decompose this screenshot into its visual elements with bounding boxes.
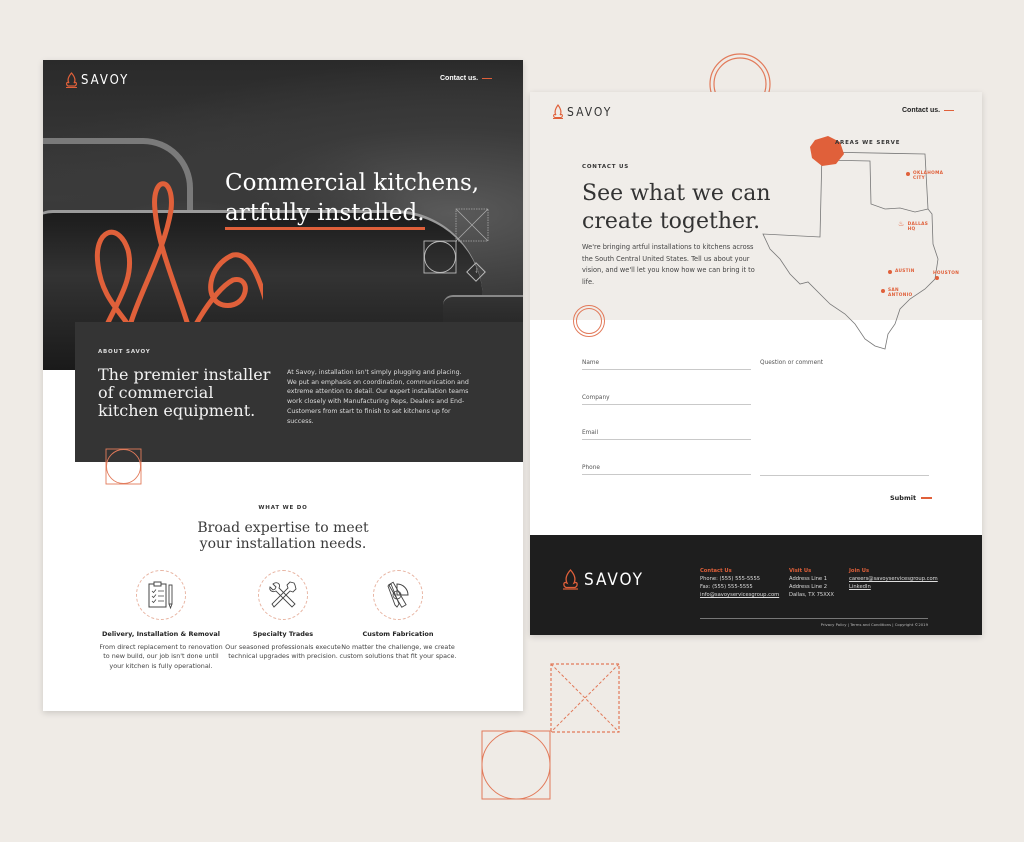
clipboard-icon [148,581,173,610]
company-field-label: Company [582,395,610,401]
email-field[interactable]: Email [582,430,751,440]
city-dot-icon [935,276,939,280]
protractor-icon [387,581,409,608]
footer-visit-column: Visit Us Address Line 1 Address Line 2 D… [789,567,834,599]
contact-title-line2: create together. [582,209,761,234]
what-we-do-eyebrow: WHAT WE DO [258,505,308,511]
accent-dash [482,77,493,80]
service-icon-circle [373,570,423,620]
comment-label: Question or comment [760,360,824,366]
company-field[interactable]: Company [582,395,751,405]
flame-logo-icon [66,72,77,88]
about-section: ABOUT SAVOY The premier installer of com… [75,322,523,462]
footer-logo[interactable]: SAVOY [562,569,644,590]
service-description: From direct replacement to renovation to… [99,643,223,670]
service-card: Specialty Trades Our seasoned profession… [218,570,348,662]
hero-section: SAVOY Contact us. Commercial kitchens, a… [43,60,523,375]
decor-square-arc [105,448,142,485]
service-description: Our seasoned professionals execute techn… [225,643,341,661]
map-city-austin: AUSTIN [888,269,915,274]
service-title: Specialty Trades [252,630,314,638]
footer-contact-heading: Contact Us [700,568,732,574]
submit-button[interactable]: Submit [890,494,933,502]
decor-square-circle [481,730,551,800]
header-logo[interactable]: SAVOY [552,104,612,119]
homepage-mockup: SAVOY Contact us. Commercial kitchens, a… [43,60,523,711]
contact-page-mockup: SAVOY Contact us. CONTACT US See what we… [530,92,982,635]
logo-wordmark: SAVOY [81,72,130,88]
footer: SAVOY Contact Us Phone: (555) 555-5555 F… [530,535,982,635]
accent-dash [921,497,933,499]
footer-phone: Phone: (555) 555-5555 [700,576,761,582]
service-title: Custom Fabrication [362,630,434,638]
footer-contact-column: Contact Us Phone: (555) 555-5555 Fax: (5… [700,567,779,599]
submit-label: Submit [890,494,917,502]
hero-title-line2: artfully installed. [225,200,425,230]
footer-email-link[interactable]: info@savoyservicesgroup.com [700,591,779,599]
what-we-do-title: Broad expertise to meet your installatio… [197,520,369,552]
decor-double-circle-small [573,305,605,337]
logo-wordmark: SAVOY [567,104,613,119]
email-field-label: Email [582,430,599,436]
service-description: No matter the challenge, we create custo… [339,643,457,661]
footer-careers-link[interactable]: careers@savoyservicesgroup.com [849,575,938,583]
map-city-oklahoma-city: OKLAHOMA CITY [906,171,943,181]
footer-address-line1: Address Line 1 [789,576,828,582]
footer-divider [700,618,928,619]
wrench-icon [269,581,297,608]
footer-join-heading: Join Us [849,568,870,574]
contact-eyebrow: CONTACT US [582,164,630,170]
flame-logo-icon [553,104,563,119]
about-body: At Savoy, installation isn't simply plug… [287,369,469,425]
footer-legal-links[interactable]: Privacy Policy | Terms and Conditions | … [770,622,928,627]
name-field[interactable]: Name [582,360,751,370]
about-eyebrow: ABOUT SAVOY [98,349,151,355]
flame-logo-icon [563,569,578,590]
flame-logo-icon: ♨ [898,220,905,228]
city-dot-icon [888,269,892,274]
map-city-san-antonio: SAN ANTONIO [881,288,912,298]
contact-title: See what we can create together. [582,180,771,236]
footer-address-line2: Address Line 2 [789,584,828,590]
map-city-houston: HOUSTON [933,271,959,282]
footer-join-column: Join Us careers@savoyservicesgroup.com L… [849,567,938,591]
contact-us-link[interactable]: Contact us. [440,75,493,82]
logo-wordmark: SAVOY [584,569,645,590]
city-dot-icon [906,172,910,176]
contact-us-label: Contact us. [902,107,941,114]
service-icon-circle [136,570,186,620]
service-card: Custom Fabrication No matter the challen… [333,570,463,662]
phone-field-label: Phone [582,465,600,471]
service-title: Delivery, Installation & Removal [102,630,220,638]
accent-dash [944,109,955,112]
arrow-down-icon: ↓ [474,265,479,275]
service-icon-circle [258,570,308,620]
texas-oklahoma-outline [762,136,939,350]
decor-dashed-x-square [550,663,620,733]
contact-us-label: Contact us. [440,75,479,82]
service-area-map: AREAS WE SERVE OKLAHOMA CITY ♨ DALLAS HQ AU… [760,134,980,354]
city-dot-icon [881,289,885,293]
comment-textarea[interactable]: Question or comment [760,360,929,476]
service-card: Delivery, Installation & Removal From di… [96,570,226,671]
contact-description: We're bringing artful installations to k… [582,243,755,286]
phone-field[interactable]: Phone [582,465,751,475]
footer-address-line3: Dallas, TX 75XXX [789,592,834,598]
contact-us-link[interactable]: Contact us. [902,107,955,114]
map-city-dallas-hq: ♨ DALLAS HQ [898,220,929,233]
name-field-label: Name [582,360,600,366]
footer-visit-heading: Visit Us [789,568,812,574]
header-logo[interactable]: SAVOY [65,72,129,88]
decor-geometric-shapes [423,208,489,274]
footer-linkedin-link[interactable]: LinkedIn [849,583,938,591]
footer-fax: Fax: (555) 555-5555 [700,584,753,590]
about-title: The premier installer of commercial kitc… [98,365,271,420]
contact-title-line1: See what we can [582,181,771,206]
map-title: AREAS WE SERVE [835,140,901,146]
hero-title-line1: Commercial kitchens, [225,170,480,196]
